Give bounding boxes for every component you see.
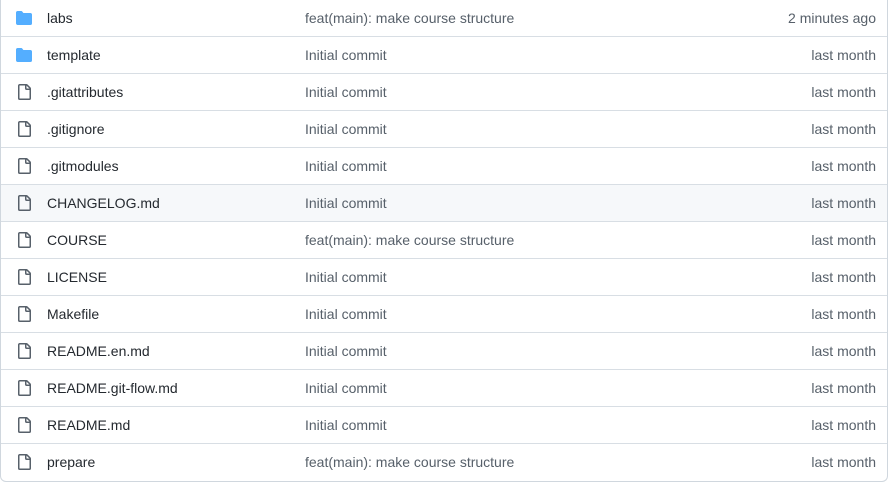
commit-age: last month [811,195,876,211]
commit-message-link[interactable]: Initial commit [305,417,387,433]
file-name-link[interactable]: labs [47,10,73,26]
commit-message-link[interactable]: Initial commit [305,380,387,396]
file-row[interactable]: README.en.md Initial commit last month [1,332,887,369]
file-row[interactable]: Makefile Initial commit last month [1,295,887,332]
commit-message-link[interactable]: feat(main): make course structure [305,232,514,248]
folder-icon [15,46,33,64]
commit-age: last month [811,47,876,63]
commit-age: last month [811,343,876,359]
commit-message-link[interactable]: Initial commit [305,84,387,100]
commit-message-link[interactable]: Initial commit [305,343,387,359]
file-icon [15,157,33,175]
commit-message-link[interactable]: Initial commit [305,158,387,174]
commit-age: last month [811,121,876,137]
file-row[interactable]: .gitattributes Initial commit last month [1,73,887,110]
file-name-link[interactable]: .gitmodules [47,158,119,174]
commit-message-link[interactable]: Initial commit [305,195,387,211]
file-icon [15,120,33,138]
file-row[interactable]: labs feat(main): make course structure 2… [1,0,887,36]
file-icon [15,194,33,212]
commit-age: last month [811,232,876,248]
commit-message-link[interactable]: feat(main): make course structure [305,10,514,26]
file-name-link[interactable]: template [47,47,101,63]
file-icon [15,231,33,249]
file-icon [15,379,33,397]
commit-message-link[interactable]: feat(main): make course structure [305,454,514,470]
file-name-link[interactable]: prepare [47,454,95,470]
file-icon [15,268,33,286]
commit-age: 2 minutes ago [788,10,876,26]
file-row[interactable]: prepare feat(main): make course structur… [1,443,887,480]
file-icon [15,453,33,471]
file-row[interactable]: template Initial commit last month [1,36,887,73]
commit-age: last month [811,380,876,396]
folder-icon [15,9,33,27]
file-list: labs feat(main): make course structure 2… [0,0,888,482]
commit-age: last month [811,306,876,322]
file-name-link[interactable]: .gitattributes [47,84,123,100]
file-name-link[interactable]: COURSE [47,232,107,248]
commit-age: last month [811,454,876,470]
commit-message-link[interactable]: Initial commit [305,121,387,137]
file-name-link[interactable]: README.en.md [47,343,150,359]
file-row[interactable]: .gitignore Initial commit last month [1,110,887,147]
file-name-link[interactable]: README.git-flow.md [47,380,178,396]
file-row[interactable]: COURSE feat(main): make course structure… [1,221,887,258]
file-name-link[interactable]: CHANGELOG.md [47,195,160,211]
commit-message-link[interactable]: Initial commit [305,306,387,322]
file-name-link[interactable]: README.md [47,417,130,433]
file-name-link[interactable]: LICENSE [47,269,107,285]
file-name-link[interactable]: Makefile [47,306,99,322]
file-icon [15,83,33,101]
commit-age: last month [811,84,876,100]
file-row[interactable]: README.md Initial commit last month [1,406,887,443]
file-icon [15,342,33,360]
commit-age: last month [811,269,876,285]
commit-message-link[interactable]: Initial commit [305,47,387,63]
file-icon [15,416,33,434]
file-row[interactable]: LICENSE Initial commit last month [1,258,887,295]
file-row[interactable]: README.git-flow.md Initial commit last m… [1,369,887,406]
commit-age: last month [811,158,876,174]
commit-age: last month [811,417,876,433]
file-row[interactable]: CHANGELOG.md Initial commit last month [1,184,887,221]
commit-message-link[interactable]: Initial commit [305,269,387,285]
file-name-link[interactable]: .gitignore [47,121,105,137]
file-icon [15,305,33,323]
file-row[interactable]: .gitmodules Initial commit last month [1,147,887,184]
